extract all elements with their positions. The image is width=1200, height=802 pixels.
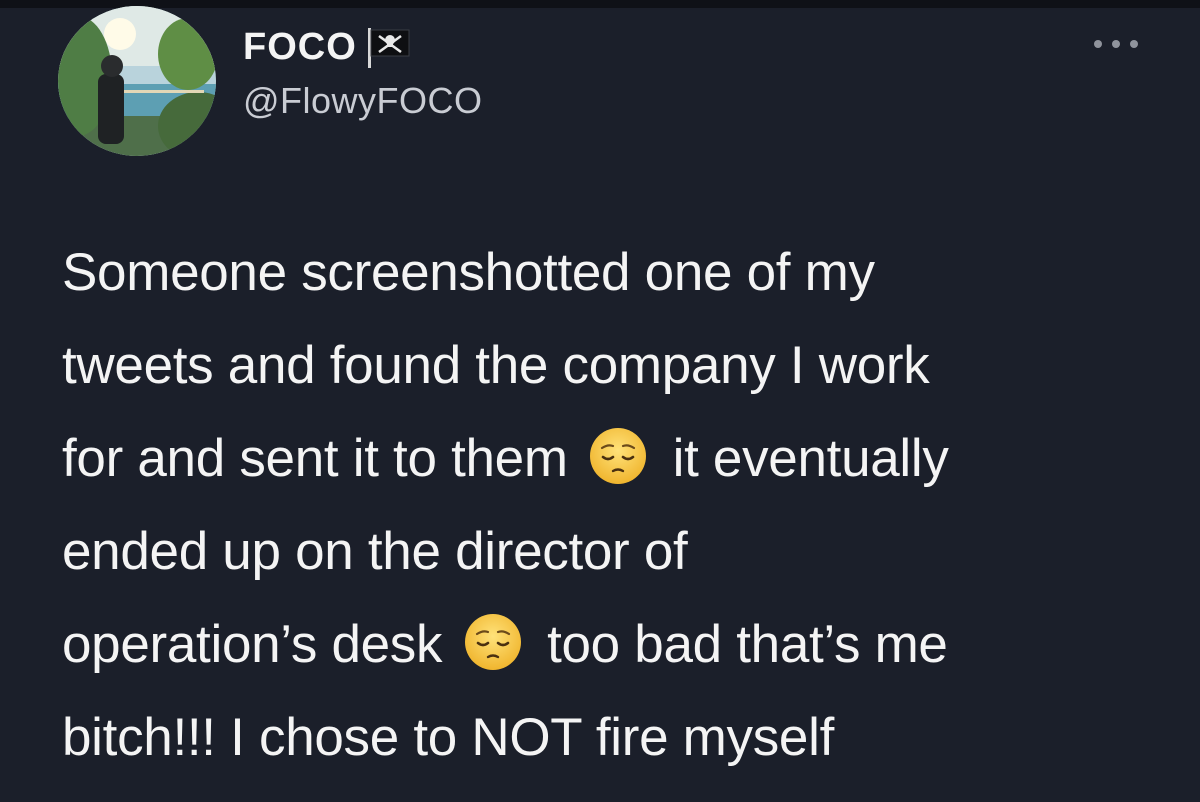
tweet-text: Someone screenshotted one of my tweets a… — [62, 226, 1172, 784]
display-name[interactable]: FOCO — [243, 26, 357, 69]
tweet-text-line: ended up on the director of — [62, 522, 688, 581]
tweet-text-line: operation’s desk too bad that’s me — [62, 598, 1172, 691]
more-dot — [1130, 40, 1138, 48]
more-options-icon[interactable] — [1094, 36, 1138, 52]
tweet-text-line: Someone screenshotted one of my — [62, 243, 875, 302]
pensive-face-emoji — [463, 608, 523, 670]
more-dot — [1094, 40, 1102, 48]
tweet-text-segment: it eventually — [672, 429, 949, 488]
more-dot — [1112, 40, 1120, 48]
tweet-card: FOCO @FlowyFOCO Someone screenshotted on… — [0, 0, 1200, 802]
tweet-text-segment: operation’s desk — [62, 615, 443, 674]
avatar[interactable] — [58, 6, 216, 156]
tweet-text-segment: for and sent it to them — [62, 429, 568, 488]
avatar-photo — [58, 6, 216, 156]
tweet-text-segment: too bad that’s me — [547, 615, 948, 674]
display-name-row: FOCO — [243, 22, 413, 72]
tweet-text-line: bitch!!! I chose to NOT fire myself — [62, 708, 835, 767]
pirate-flag-icon — [365, 26, 413, 68]
pensive-face-emoji — [588, 422, 648, 484]
tweet-text-line: tweets and found the company I work — [62, 336, 930, 395]
tweet-text-line: for and sent it to them it eventually — [62, 412, 1172, 505]
user-handle[interactable]: @FlowyFOCO — [243, 80, 483, 122]
